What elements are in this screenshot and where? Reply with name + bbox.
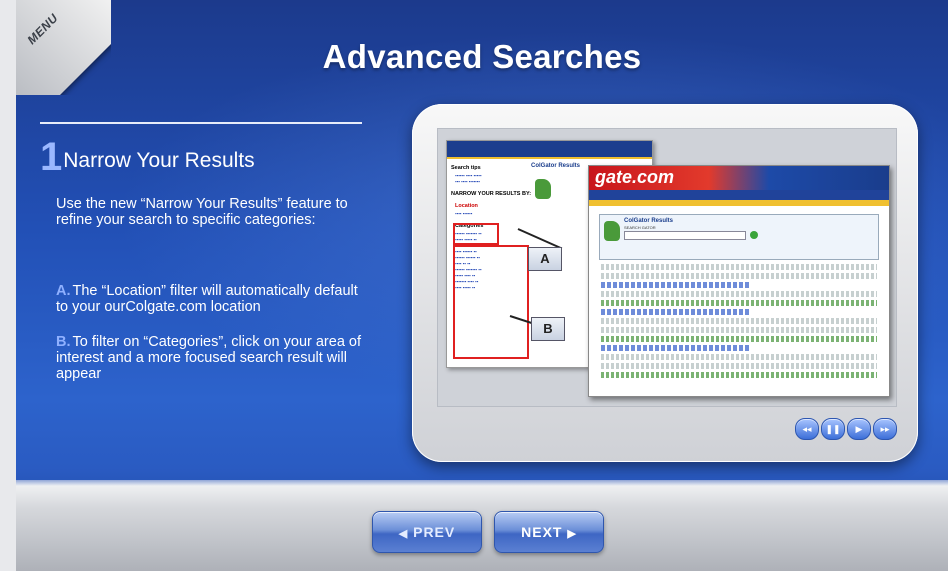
search-input-mock <box>624 231 746 240</box>
menu-page-curl <box>16 0 111 95</box>
menu-corner-button[interactable]: MENU <box>16 0 111 95</box>
player-controls: ◂◂ ❚❚ ▶ ▸▸ <box>795 418 897 440</box>
window-header-bar <box>447 141 652 159</box>
pause-button[interactable]: ❚❚ <box>821 418 845 440</box>
go-button-icon <box>750 231 758 239</box>
categories-highlight-box <box>453 245 529 359</box>
search-panel: ColGator Results SEARCH GATOR <box>599 214 879 260</box>
item-text: To filter on “Categories”, click on your… <box>56 334 362 382</box>
prev-label: PREV <box>413 524 456 540</box>
screenshot-window-front: gate.com ColGator Results SEARCH GATOR <box>588 165 890 397</box>
embedded-screenshot: Search tips ▪▪▪▪▪▪ ▪▪▪▪ ▪▪▪▪▪ ▪▪▪ ▪▪▪▪ ▪… <box>437 128 897 407</box>
next-label: NEXT <box>521 524 563 540</box>
step-number: 1 <box>40 135 63 179</box>
next-button[interactable]: NEXT ▶ <box>494 511 604 553</box>
colgator-mascot-icon <box>535 179 551 199</box>
prev-button[interactable]: ◀ PREV <box>372 511 482 553</box>
end-button[interactable]: ▸▸ <box>873 418 897 440</box>
back-results-heading: ColGator Results <box>531 163 581 169</box>
prev-arrow-icon: ◀ <box>398 528 409 540</box>
item-letter: A. <box>56 283 71 299</box>
slide-title: Advanced Searches <box>322 38 642 75</box>
floor-panel <box>16 480 948 571</box>
top-nav-bar <box>589 190 889 200</box>
rewind-button[interactable]: ◂◂ <box>795 418 819 440</box>
callout-a: A <box>528 247 562 271</box>
instruction-item-b: B. To filter on “Categories”, click on yo… <box>56 334 368 382</box>
search-gator-label: SEARCH GATOR <box>624 225 656 230</box>
colgator-mascot-icon <box>604 221 620 241</box>
results-heading: ColGator Results <box>624 218 674 224</box>
sub-nav-bar <box>589 200 889 206</box>
item-letter: B. <box>56 334 71 350</box>
step-heading: 1 Narrow Your Results <box>40 135 255 179</box>
item-text: The “Location” filter will automatically… <box>56 283 358 315</box>
brand-text: gate.com <box>595 167 675 187</box>
section-divider <box>40 122 362 124</box>
next-arrow-icon: ▶ <box>567 528 577 540</box>
step-title: Narrow Your Results <box>63 149 255 172</box>
instruction-item-a: A. The “Location” filter will automatical… <box>56 283 368 315</box>
play-button[interactable]: ▶ <box>847 418 871 440</box>
callout-b: B <box>531 317 565 341</box>
location-highlight-box <box>453 223 499 245</box>
brand-banner: gate.com <box>589 166 889 190</box>
intro-text: Use the new “Narrow Your Results” featur… <box>56 196 348 228</box>
